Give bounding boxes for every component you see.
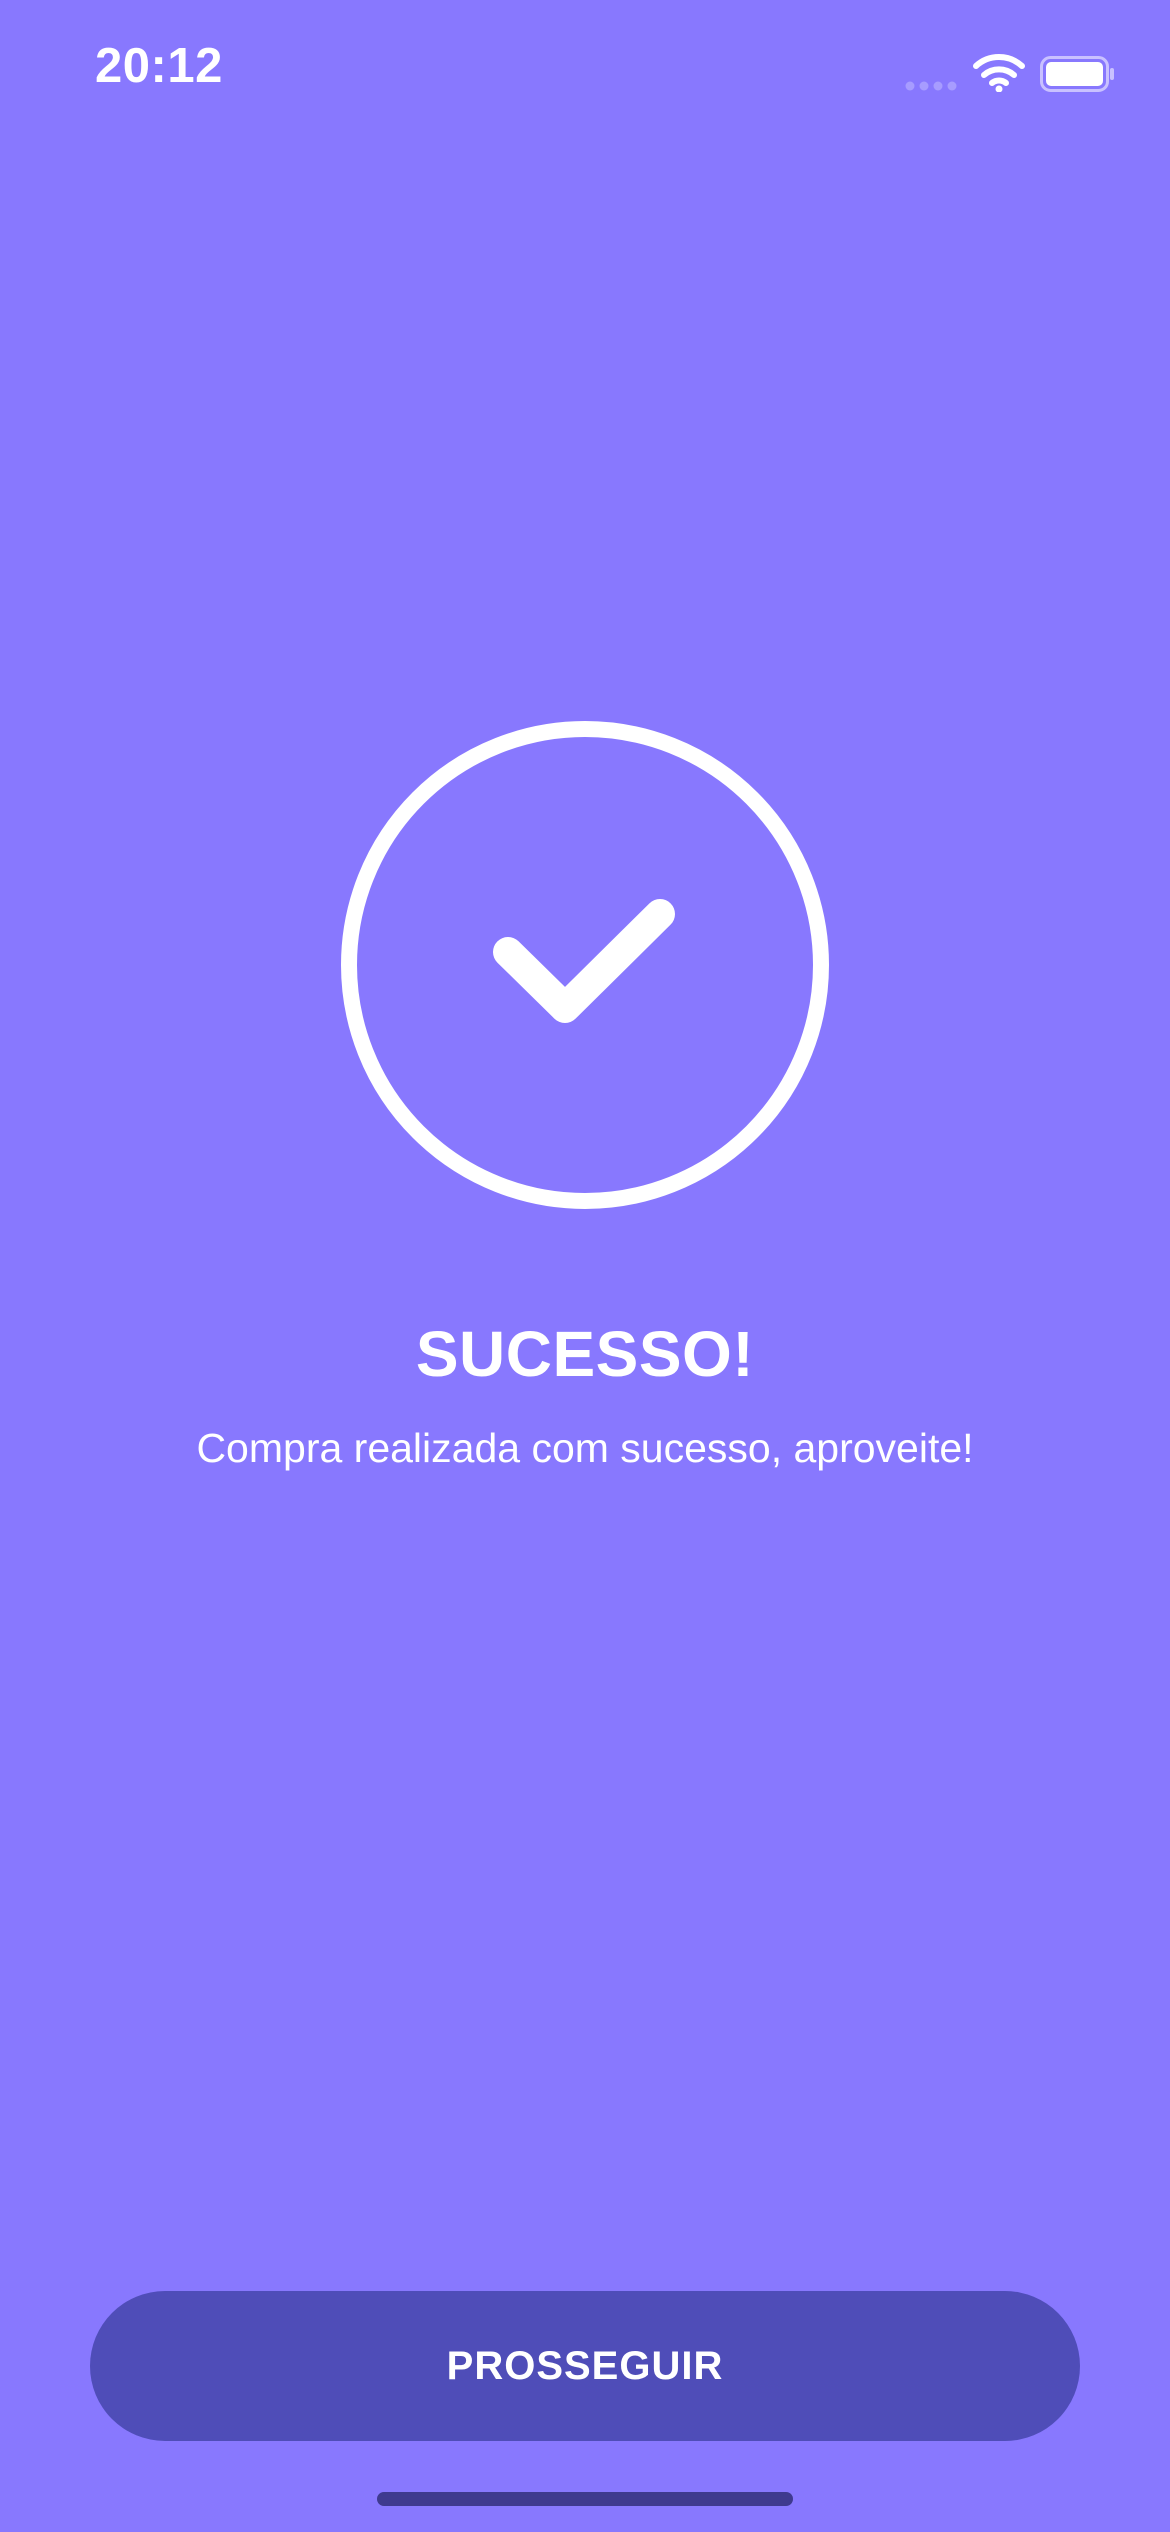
wifi-icon [973, 54, 1025, 92]
signal-icon [905, 81, 957, 91]
success-message: Compra realizada com sucesso, aproveite! [196, 1425, 974, 1471]
home-indicator[interactable] [377, 2492, 793, 2506]
proceed-button[interactable]: PROSSEGUIR [90, 2291, 1080, 2441]
battery-icon [1040, 56, 1114, 92]
status-time: 20:12 [95, 39, 223, 93]
success-title: SUCESSO! [415, 1318, 755, 1390]
success-screen: 20:12 SUCESSO! Compra realizada com suce… [0, 0, 1170, 2532]
check-circle-icon [341, 721, 829, 1209]
